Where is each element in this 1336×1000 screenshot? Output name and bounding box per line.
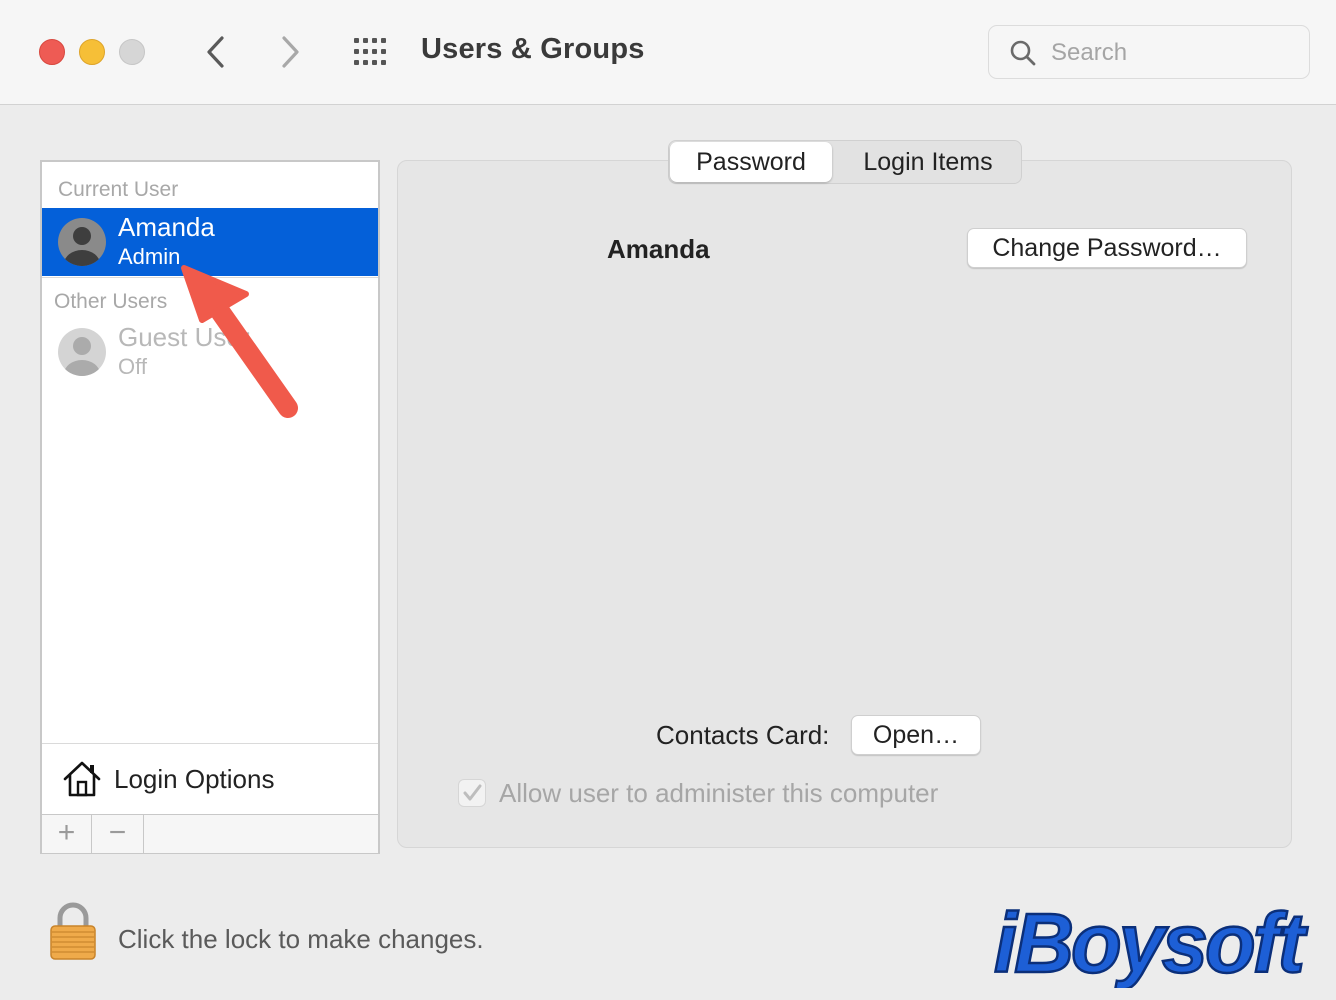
lock-icon <box>50 902 96 960</box>
tab-password[interactable]: Password <box>670 142 832 182</box>
chevron-left-icon <box>207 36 224 68</box>
add-user-button[interactable]: + <box>42 815 92 853</box>
tab-login-items[interactable]: Login Items <box>835 142 1021 182</box>
tab-bar: Password Login Items <box>668 140 1022 184</box>
watermark-text: iBoysoft <box>994 896 1308 988</box>
zoom-button[interactable] <box>119 39 145 65</box>
login-options-item[interactable]: Login Options <box>42 744 378 814</box>
title-bar: Users & Groups <box>0 0 1336 105</box>
search-input[interactable] <box>1049 36 1293 70</box>
house-icon <box>63 761 101 797</box>
open-contacts-button[interactable]: Open… <box>851 715 981 755</box>
minimize-button[interactable] <box>79 39 105 65</box>
login-options-label: Login Options <box>114 764 275 794</box>
lock-button[interactable] <box>48 902 98 967</box>
close-button[interactable] <box>39 39 65 65</box>
lock-message: Click the lock to make changes. <box>118 924 484 954</box>
search-icon <box>1010 40 1036 66</box>
admin-checkbox[interactable] <box>458 779 486 807</box>
user-avatar-icon <box>58 218 106 266</box>
contacts-card-label: Contacts Card: <box>656 720 830 750</box>
forward-button[interactable] <box>276 32 306 72</box>
window-title: Users & Groups <box>421 33 645 65</box>
user-name: Amanda <box>118 212 215 242</box>
grid-icon <box>354 38 386 65</box>
change-password-button[interactable]: Change Password… <box>967 228 1247 268</box>
iboysoft-watermark-logo: iBoysoft <box>993 895 1310 988</box>
sidebar-button-bar: + − <box>42 814 378 853</box>
checkmark-icon <box>463 784 482 801</box>
other-users-header: Other Users <box>54 290 168 313</box>
back-button[interactable] <box>200 32 230 72</box>
user-status: Off <box>118 354 147 379</box>
chevron-right-icon <box>282 36 299 68</box>
current-user-header: Current User <box>58 178 179 201</box>
annotation-arrow <box>181 265 298 418</box>
account-name: Amanda <box>607 234 710 264</box>
admin-checkbox-label: Allow user to administer this computer <box>499 778 939 808</box>
show-all-button[interactable] <box>352 37 392 67</box>
user-avatar-icon <box>58 328 106 376</box>
search-field[interactable] <box>988 25 1310 79</box>
remove-user-button[interactable]: − <box>92 815 144 853</box>
